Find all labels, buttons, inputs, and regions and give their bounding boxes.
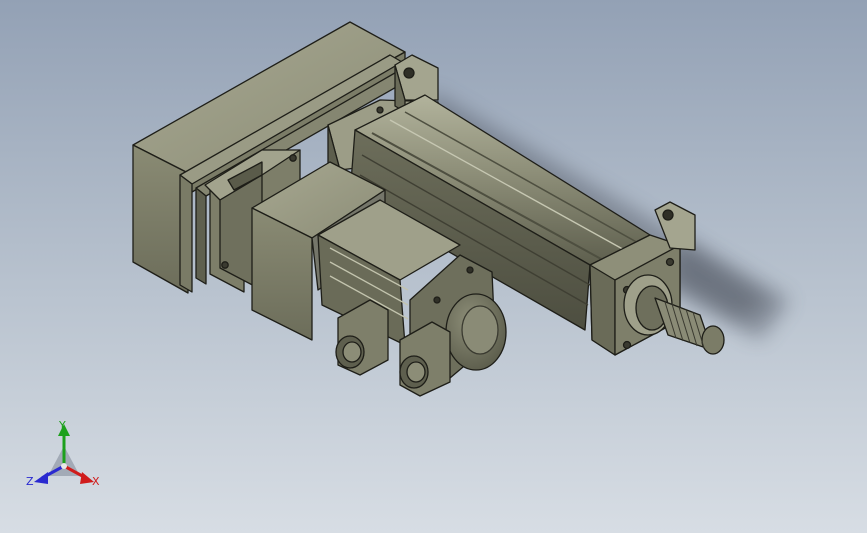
triad-y-label: Y — [59, 419, 66, 432]
triad-axes-icon — [34, 424, 94, 484]
cad-viewport[interactable]: Y X Z — [0, 0, 867, 533]
actuator-model[interactable] — [0, 0, 867, 533]
orientation-triad[interactable]: Y X Z — [24, 418, 114, 498]
triad-x-label: X — [92, 475, 100, 488]
triad-z-label: Z — [26, 475, 34, 488]
